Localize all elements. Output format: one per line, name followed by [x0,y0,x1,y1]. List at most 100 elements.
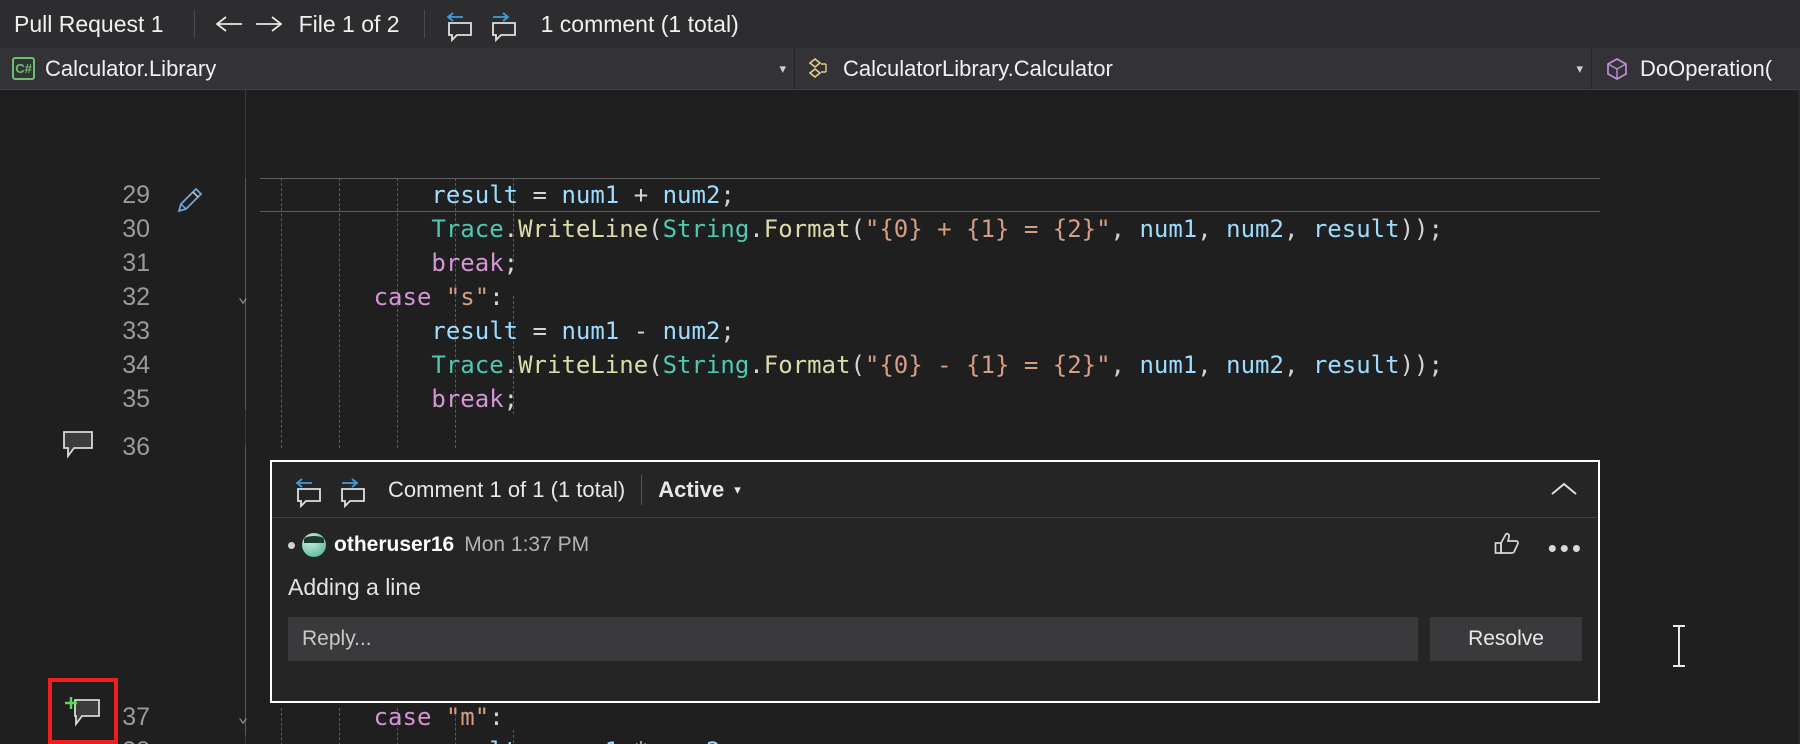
code-line[interactable]: 33 result = num1 - num2; [0,314,1800,348]
previous-comment-button[interactable] [439,6,481,42]
code-token: break [431,249,503,277]
code-line[interactable]: 32⌄ case "s": [0,280,1800,314]
reply-row: Resolve [288,617,1582,661]
comment-panel-header: Comment 1 of 1 (1 total) Active ▾ [272,462,1598,518]
chevron-down-icon-status[interactable]: ▾ [734,482,741,498]
comment-thread-panel[interactable]: Comment 1 of 1 (1 total) Active ▾ otheru… [270,460,1600,703]
code-token: Format [764,351,851,379]
code-token: Format [764,215,851,243]
code-token [258,351,431,379]
code-text: break; [258,385,518,413]
code-line[interactable]: 36 [0,430,1800,464]
code-line[interactable]: 35 break; [0,382,1800,416]
comment-author-name: otheruser16 [334,533,454,557]
code-token: : [489,283,503,311]
code-token: "s" [446,283,489,311]
reply-input[interactable] [288,617,1418,661]
code-line[interactable]: 29 result = num1 + num2; [0,178,1800,212]
code-token [648,181,662,209]
code-token [258,181,431,209]
chevron-down-icon-2: ▾ [1552,61,1583,77]
code-token: , [1197,351,1226,379]
code-token: case [374,283,432,311]
code-token: , [1111,351,1140,379]
class-dropdown[interactable]: CalculatorLibrary.Calculator ▾ [795,48,1592,89]
code-token: + [634,181,648,209]
code-token: "{0} - {1} = {2}" [865,351,1111,379]
code-token [518,737,532,744]
thumbs-up-icon [1492,530,1522,560]
chevron-up-icon [1549,480,1579,500]
panel-previous-comment-button[interactable] [288,472,330,508]
code-token: result [431,737,518,744]
code-token: num2 [663,181,721,209]
code-navigation-bar: C# Calculator.Library ▾ CalculatorLibrar… [0,48,1800,90]
code-token: , [1284,215,1313,243]
line-number: 35 [60,385,150,414]
code-token [518,317,532,345]
line-number: 31 [60,249,150,278]
file-position-label: File 1 of 2 [289,11,410,38]
collapse-thread-button[interactable] [1544,470,1584,510]
code-token: num1 [1139,215,1197,243]
code-token [258,249,431,277]
code-token [547,181,561,209]
chevron-down-icon: ▾ [755,61,786,77]
previous-comment-icon [443,10,477,42]
code-token: WriteLine [518,215,648,243]
code-token: Trace [431,215,503,243]
resolve-button[interactable]: Resolve [1430,617,1582,661]
line-number: 29 [60,181,150,210]
next-comment-icon [336,476,370,508]
code-token: break [431,385,503,413]
code-line[interactable]: 37⌄ case "m": [0,700,1800,734]
code-line[interactable]: 38 result = num1 * num2; [0,734,1800,744]
code-token: String [663,351,750,379]
code-token [518,181,532,209]
comment-status-dropdown[interactable]: Active [658,477,724,503]
code-token: . [749,215,763,243]
comment-count-label: 1 comment (1 total) [527,11,739,38]
code-token: ( [648,351,662,379]
code-token: ; [720,737,734,744]
code-token: "{0} + {1} = {2}" [865,215,1111,243]
more-options-button[interactable]: ••• [1548,535,1584,561]
previous-file-button[interactable] [209,7,249,41]
code-token: ( [850,351,864,379]
code-token [258,703,374,731]
project-dropdown[interactable]: C# Calculator.Library ▾ [0,48,795,89]
code-line[interactable]: 31 break; [0,246,1800,280]
code-token: "m" [446,703,489,731]
code-line[interactable]: 30 Trace.WriteLine(String.Format("{0} + … [0,212,1800,246]
code-token: . [504,351,518,379]
code-token: ( [648,215,662,243]
pull-request-toolbar: Pull Request 1 File 1 of 2 1 comment (1 … [0,0,1800,48]
code-token: result [1313,351,1400,379]
code-token: )); [1400,351,1443,379]
code-token: * [634,737,648,744]
code-line[interactable]: 34 Trace.WriteLine(String.Format("{0} - … [0,348,1800,382]
code-token [547,317,561,345]
code-text: break; [258,249,518,277]
member-name: DoOperation( [1630,56,1772,82]
fold-toggle[interactable]: ⌄ [232,707,254,727]
panel-next-comment-button[interactable] [332,472,374,508]
fold-toggle[interactable]: ⌄ [232,287,254,307]
next-file-button[interactable] [249,7,289,41]
structure-guide-2 [245,445,246,735]
code-token: WriteLine [518,351,648,379]
method-cube-icon [1604,56,1630,82]
next-comment-button[interactable] [483,6,525,42]
code-token: = [533,317,547,345]
code-editor[interactable]: 29 result = num1 + num2;30 Trace.WriteLi… [0,90,1800,744]
member-dropdown[interactable]: DoOperation( [1592,48,1800,89]
gutter-comment-bubble-icon[interactable] [62,430,96,465]
code-token: String [663,215,750,243]
add-comment-button[interactable] [48,678,118,744]
code-token: )); [1400,215,1443,243]
code-token [431,703,445,731]
code-token [619,181,633,209]
like-button[interactable] [1492,530,1522,565]
i-beam-cursor [1668,624,1690,673]
code-text: Trace.WriteLine(String.Format("{0} - {1}… [258,351,1443,379]
